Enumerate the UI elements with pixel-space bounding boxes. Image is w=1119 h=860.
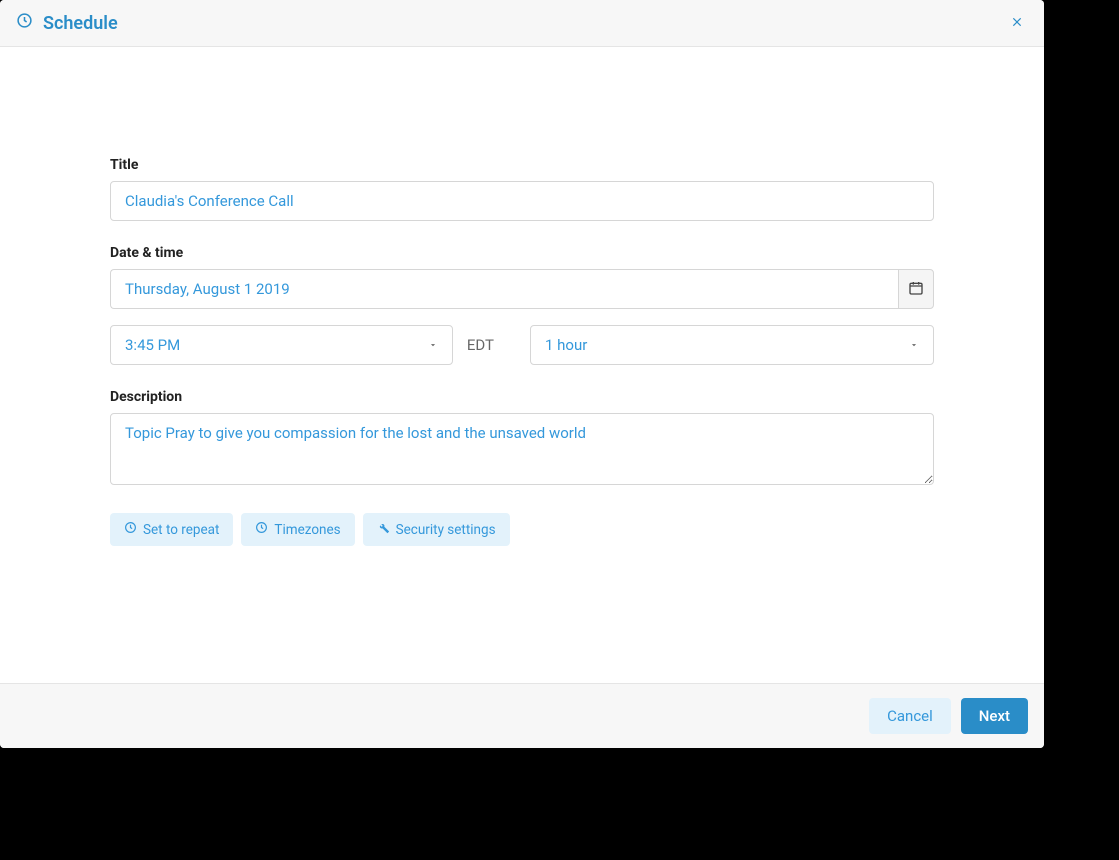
modal-body: Title Date & time [0,47,1044,683]
close-button[interactable] [1006,13,1028,34]
date-row [110,269,934,309]
repeat-label: Set to repeat [143,522,219,538]
description-textarea[interactable] [110,413,934,485]
security-label: Security settings [396,522,496,538]
time-group: 3:45 PM EDT [110,325,514,365]
modal-title: Schedule [43,13,118,34]
time-row: 3:45 PM EDT 1 hour [110,325,934,365]
wrench-icon [377,521,390,538]
clock-icon [16,12,33,34]
datetime-group: Date & time 3:45 PM [110,245,934,365]
clock-icon [255,521,268,538]
modal-footer: Cancel Next [0,683,1044,748]
title-input[interactable] [110,181,934,221]
close-icon [1010,13,1024,33]
modal-title-group: Schedule [16,12,118,34]
timezones-button[interactable]: Timezones [241,513,354,546]
set-repeat-button[interactable]: Set to repeat [110,513,233,546]
time-select[interactable]: 3:45 PM [110,325,453,365]
datetime-label: Date & time [110,245,934,261]
date-input[interactable] [110,269,898,309]
timezones-label: Timezones [274,522,340,538]
time-select-wrap: 3:45 PM [110,325,453,365]
timezone-label: EDT [453,336,514,354]
options-row: Set to repeat Timezones Security sett [110,513,934,546]
title-group: Title [110,157,934,221]
chevron-down-icon [909,336,919,354]
modal-header: Schedule [0,0,1044,47]
description-group: Description [110,389,934,489]
clock-icon [124,521,137,538]
chevron-down-icon [428,336,438,354]
security-settings-button[interactable]: Security settings [363,513,510,546]
cancel-button[interactable]: Cancel [869,698,951,734]
calendar-icon [908,280,924,299]
schedule-modal: Schedule Title Date & time [0,0,1044,748]
duration-value: 1 hour [545,336,587,354]
description-label: Description [110,389,934,405]
time-value: 3:45 PM [125,336,180,354]
duration-select[interactable]: 1 hour [530,325,934,365]
title-label: Title [110,157,934,173]
calendar-button[interactable] [898,269,934,309]
duration-group: 1 hour [530,325,934,365]
next-button[interactable]: Next [961,698,1028,734]
